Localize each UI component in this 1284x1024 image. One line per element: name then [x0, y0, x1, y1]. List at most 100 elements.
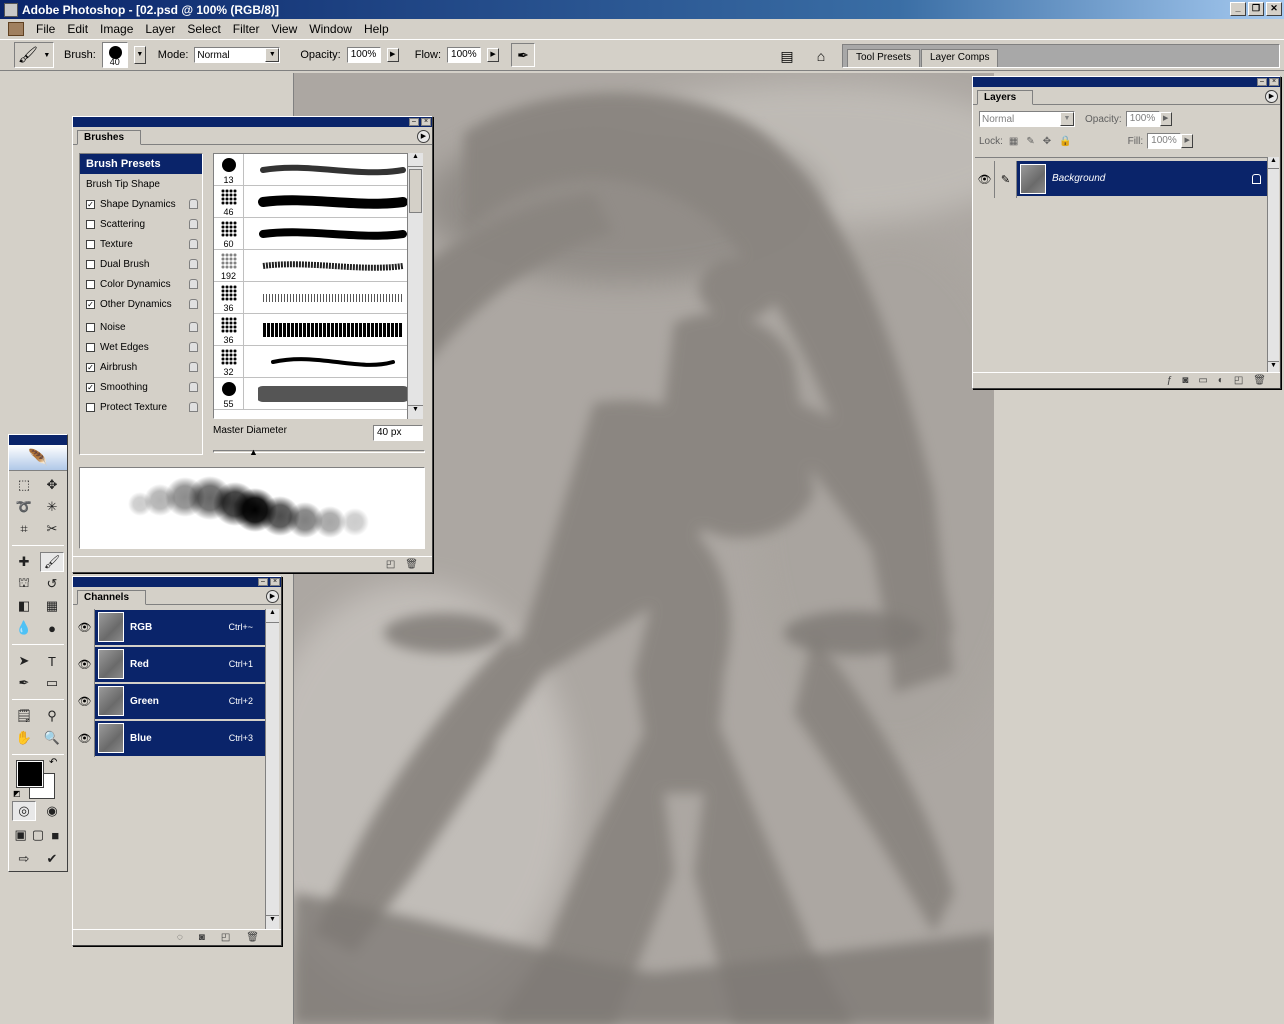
preset-scrollbar[interactable]: ▲ ▼	[407, 153, 423, 419]
channel-row-red[interactable]: 👁 Red Ctrl+1	[75, 646, 265, 683]
flow-field[interactable]: 100%	[447, 47, 482, 63]
option-texture[interactable]: Texture	[80, 234, 202, 254]
scroll-down-icon[interactable]: ▼	[408, 405, 423, 419]
eyedropper-tool-icon[interactable]: ⚲	[40, 706, 64, 726]
minimize-icon[interactable]: –	[1257, 78, 1267, 86]
scroll-up-icon[interactable]: ▲	[408, 153, 423, 167]
menu-help[interactable]: Help	[358, 22, 395, 36]
lock-icon[interactable]	[189, 279, 198, 289]
menu-window[interactable]: Window	[303, 22, 358, 36]
lock-position-icon[interactable]: ✥	[1043, 136, 1051, 147]
screen-mode-menu-icon[interactable]: ▢	[30, 825, 45, 845]
tab-brushes[interactable]: Brushes	[77, 130, 142, 145]
path-selection-tool-icon[interactable]: ➤	[12, 651, 36, 671]
scroll-up-icon[interactable]: ▲	[266, 609, 279, 623]
checkbox[interactable]	[86, 322, 95, 332]
lock-icon[interactable]	[189, 239, 198, 249]
option-shape-dynamics[interactable]: ✓ Shape Dynamics	[80, 194, 202, 214]
checkbox[interactable]	[86, 219, 95, 229]
opacity-field[interactable]: 100%	[1125, 111, 1160, 127]
eye-icon[interactable]: 👁	[75, 646, 95, 683]
minimize-icon[interactable]: –	[409, 118, 419, 126]
screen-mode-standard-icon[interactable]: ▣	[13, 825, 28, 845]
type-tool-icon[interactable]: T	[40, 651, 64, 671]
checkbox[interactable]	[86, 402, 95, 412]
shape-tool-icon[interactable]: ▭	[40, 673, 64, 693]
brush-preset[interactable]: 55	[214, 378, 422, 410]
pen-tool-icon[interactable]: ✒	[12, 673, 36, 693]
close-icon[interactable]: ×	[270, 578, 280, 586]
lock-transparency-icon[interactable]: ▦	[1009, 136, 1018, 147]
channels-title-strip[interactable]: – ×	[73, 577, 281, 587]
brushes-title-strip[interactable]: – ×	[73, 117, 432, 127]
flow-slider-arrow[interactable]: ▶	[487, 48, 500, 62]
fill-slider-arrow[interactable]: ▶	[1181, 134, 1194, 148]
eye-icon[interactable]: 👁	[75, 609, 95, 646]
checkbox[interactable]: ✓	[86, 199, 95, 209]
mode-select[interactable]: Normal ▼	[194, 47, 281, 63]
marquee-tool-icon[interactable]: ⬚	[12, 475, 36, 495]
doc-close-button[interactable]: ✕	[1266, 2, 1282, 16]
channel-row-green[interactable]: 👁 Green Ctrl+2	[75, 683, 265, 720]
menu-filter[interactable]: Filter	[227, 22, 266, 36]
swap-colors-icon[interactable]: ↶	[49, 757, 57, 768]
imageready-icon[interactable]: ✔	[40, 849, 64, 869]
checkbox[interactable]: ✓	[86, 362, 95, 372]
option-airbrush[interactable]: ✓ Airbrush	[80, 357, 202, 377]
menu-select[interactable]: Select	[181, 22, 226, 36]
checkbox[interactable]	[86, 342, 95, 352]
minimize-icon[interactable]: –	[258, 578, 268, 586]
layer-style-icon[interactable]: ƒ	[1167, 375, 1173, 386]
brush-picker[interactable]: 40	[101, 42, 128, 68]
layer-mask-icon[interactable]: ◙	[1182, 375, 1188, 386]
scroll-down-icon[interactable]: ▼	[266, 915, 279, 929]
crop-tool-icon[interactable]: ⌗	[12, 519, 36, 539]
healing-brush-tool-icon[interactable]: ✚	[12, 552, 36, 572]
lock-icon[interactable]	[189, 342, 198, 352]
lock-icon[interactable]	[189, 299, 198, 309]
trash-icon[interactable]: 🗑	[246, 932, 259, 943]
tab-layer-comps[interactable]: Layer Comps	[921, 49, 999, 67]
clone-stamp-tool-icon[interactable]: ⛫	[12, 574, 36, 594]
brush-presets-header[interactable]: Brush Presets	[80, 154, 202, 174]
close-icon[interactable]: ×	[421, 118, 431, 126]
new-brush-icon[interactable]: ◰	[386, 559, 395, 570]
option-scattering[interactable]: Scattering	[80, 214, 202, 234]
foreground-color-swatch[interactable]	[16, 760, 44, 788]
brush-link-icon[interactable]: ✎	[995, 161, 1017, 198]
doc-minimize-button[interactable]: _	[1230, 2, 1246, 16]
checkbox[interactable]	[86, 239, 95, 249]
option-color-dynamics[interactable]: Color Dynamics	[80, 274, 202, 294]
photoshop-feather-icon[interactable]: 🪶	[9, 445, 67, 471]
lock-pixels-icon[interactable]: ✎	[1026, 136, 1034, 147]
default-colors-icon[interactable]: ◩	[13, 789, 21, 798]
opacity-slider-arrow[interactable]: ▶	[1159, 112, 1172, 126]
checkbox[interactable]	[86, 279, 95, 289]
hand-tool-icon[interactable]: ✋	[12, 728, 36, 748]
brush-preset[interactable]: 46	[214, 186, 422, 218]
tab-channels[interactable]: Channels	[77, 590, 147, 605]
blend-mode-select[interactable]: Normal ▼	[979, 111, 1075, 127]
brush-preset[interactable]: 13	[214, 154, 422, 186]
trash-icon[interactable]: 🗑	[1253, 375, 1266, 386]
layer-row-background[interactable]: 👁 ✎ Background	[975, 161, 1267, 198]
option-smoothing[interactable]: ✓ Smoothing	[80, 377, 202, 397]
quick-mask-mode-icon[interactable]: ◉	[40, 801, 64, 821]
load-selection-icon[interactable]: ◌	[177, 932, 183, 943]
move-tool-icon[interactable]: ✥	[40, 475, 64, 495]
option-dual-brush[interactable]: Dual Brush	[80, 254, 202, 274]
option-protect-texture[interactable]: Protect Texture	[80, 397, 202, 417]
menu-edit[interactable]: Edit	[61, 22, 94, 36]
lock-icon[interactable]	[189, 362, 198, 372]
new-layer-set-icon[interactable]: ▭	[1198, 375, 1207, 386]
airbrush-toggle[interactable]: ✒	[511, 43, 536, 67]
document-icon[interactable]	[8, 21, 24, 36]
option-other-dynamics[interactable]: ✓ Other Dynamics	[80, 294, 202, 314]
menu-file[interactable]: File	[30, 22, 61, 36]
lock-icon[interactable]	[189, 219, 198, 229]
screen-mode-full-icon[interactable]: ■	[48, 825, 63, 845]
slice-tool-icon[interactable]: ✂	[40, 519, 64, 539]
slider-thumb-icon[interactable]: ▲	[249, 447, 258, 457]
jump-to-imageready-icon[interactable]: ⇨	[12, 849, 36, 869]
brush-preset[interactable]: 60	[214, 218, 422, 250]
